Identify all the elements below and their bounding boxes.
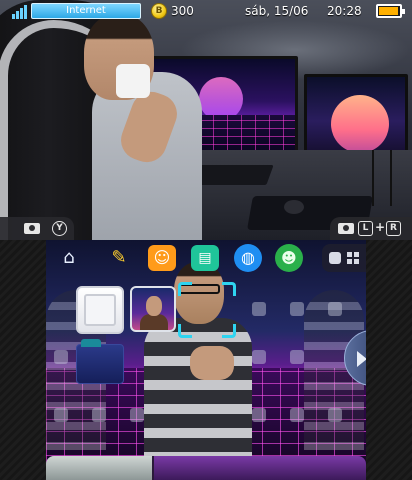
camera-bar: Y L + R [0,217,412,240]
friends-icon[interactable]: ☻ [275,244,303,272]
wallpaper-right-monitor [304,74,408,160]
plus-label: + [375,220,386,234]
home-settings-icon[interactable]: ⌂ [54,243,84,273]
empty-slot-tile[interactable] [76,286,124,334]
grid-slot[interactable] [92,408,106,422]
mug [116,64,150,98]
app-tile-face [146,296,162,316]
grid-slot[interactable] [290,408,304,422]
battery-fill [379,7,398,15]
camera-icon [338,223,354,234]
play-coin-count: 300 [171,4,194,18]
time-label: 20:28 [327,4,362,18]
chat-icon[interactable]: ▤ [191,245,219,271]
empty-slot-frame [84,294,116,326]
app-tile[interactable] [130,286,176,332]
tripod [372,150,392,206]
r-button-icon: R [386,221,401,236]
grid-slot[interactable] [54,408,68,422]
single-view-icon[interactable] [329,252,341,264]
smiley-icon[interactable]: ☺ [148,245,176,271]
bottom-screen: ⌂ ✎ ☺ ▤ ◍ ☻ [46,240,366,480]
nintendo-3ds-home-menu: Internet B 300 sáb, 15/06 20:28 Y L + R [0,0,412,480]
mouse [284,200,304,214]
grid-view-icon[interactable] [347,252,359,264]
app-tile-art [140,314,168,330]
y-button-icon: Y [52,221,67,236]
scrollbar-thumb[interactable] [46,456,152,480]
right-bezel [366,240,412,480]
camera-icon [24,223,40,234]
home-menu-toolbar: ⌂ ✎ ☺ ▤ ◍ ☻ [46,240,366,274]
grid-slot[interactable] [290,350,304,364]
grid-slot[interactable] [252,408,266,422]
left-bezel [0,240,46,480]
arrow-right-icon [357,351,366,367]
coin-icon: B [151,3,167,19]
battery-icon [376,4,405,18]
grid-slot[interactable] [130,408,144,422]
folder-tile[interactable] [76,339,124,384]
signal-icon [6,3,28,19]
grid-slot[interactable] [252,350,266,364]
bottom-frame: ⌂ ✎ ☺ ▤ ◍ ☻ [0,240,412,480]
camera-shortcut-left[interactable]: Y [0,217,74,240]
view-toggle[interactable] [322,244,366,272]
pencil-icon[interactable]: ✎ [104,243,134,273]
grid-slot[interactable] [54,350,68,364]
camera-shortcut-right[interactable]: L + R [330,217,412,240]
status-bar: Internet B 300 sáb, 15/06 20:28 [0,0,412,22]
grid-slot[interactable] [290,302,304,316]
globe-icon[interactable]: ◍ [234,244,262,272]
l-button-icon: L [358,221,373,236]
connection-status: Internet [31,3,141,19]
person-hands [190,346,234,380]
scrollbar-divider [152,456,154,480]
grid-slot[interactable] [328,408,342,422]
home-scrollbar[interactable] [46,456,366,480]
grid-slot[interactable] [328,302,342,316]
top-screen-wallpaper: Internet B 300 sáb, 15/06 20:28 Y L + R [0,0,412,240]
date-label: sáb, 15/06 [245,4,309,18]
grid-slot[interactable] [252,302,266,316]
wallpaper-sunset [331,95,389,153]
selection-cursor [178,282,236,338]
